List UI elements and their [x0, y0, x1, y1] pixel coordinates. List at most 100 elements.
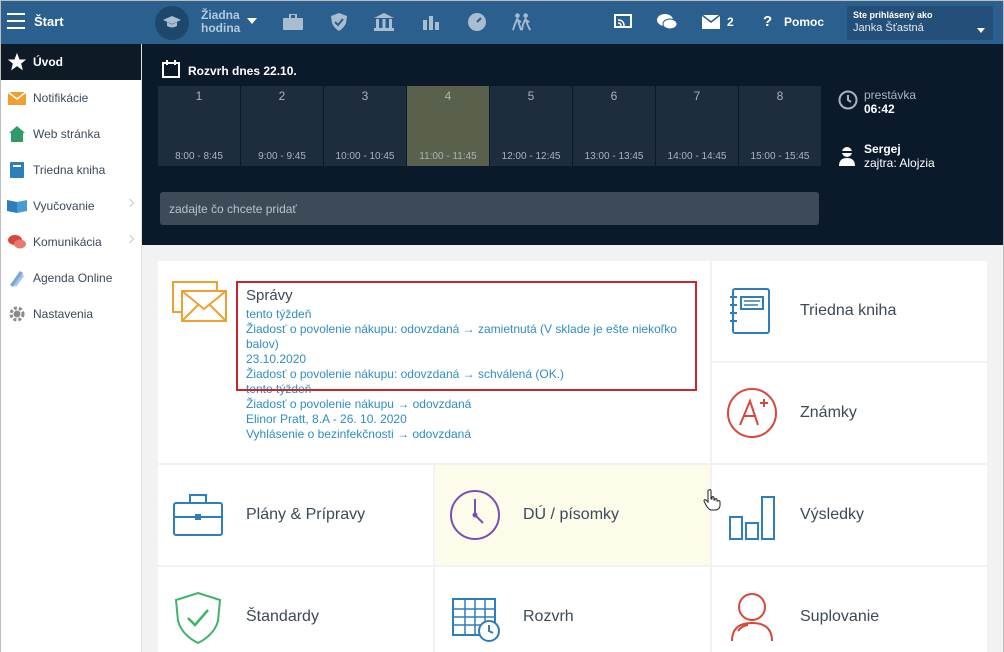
sidebar-item-nastavenia[interactable]: Nastavenia [1, 296, 141, 332]
period-number: 8 [776, 89, 784, 103]
period-time: 12:00 - 12:45 [501, 151, 561, 162]
messages-count-badge[interactable]: 2 [727, 15, 734, 29]
sidebar-item-label: Web stránka [33, 127, 101, 141]
gear-icon [7, 304, 27, 324]
period-7[interactable]: 7 14:00 - 14:45 [656, 86, 738, 166]
chevron-down-icon [977, 28, 985, 33]
sidebar-item-web-stranka[interactable]: Web stránka [1, 116, 141, 152]
cast-screen-icon[interactable] [613, 12, 633, 32]
message-item[interactable]: Žiadosť o povolenie nákupu: odovzdaná → … [246, 322, 696, 352]
dashboard-gauge-icon[interactable] [467, 12, 487, 32]
chevron-down-icon[interactable] [247, 18, 257, 24]
walking-kids-icon[interactable] [512, 12, 532, 32]
period-number: 4 [444, 89, 452, 103]
tile-triedna-kniha[interactable]: Triedna kniha [712, 261, 987, 361]
period-number: 3 [361, 89, 369, 103]
notebook-icon [728, 287, 772, 340]
tile-plany-pripravy[interactable]: Plány & Prípravy [158, 465, 433, 565]
shield-icon[interactable] [329, 12, 349, 32]
sidebar-item-label: Nastavenia [33, 307, 94, 321]
graduation-cap-icon[interactable] [155, 6, 189, 40]
message-item[interactable]: Žiadosť o povolenie nákupu: odovzdaná → … [246, 367, 696, 382]
brand-start[interactable]: Štart [34, 14, 64, 29]
message-item[interactable]: Žiadosť o povolenie nákupu → odovzdaná [246, 397, 696, 412]
period-time: 13:00 - 13:45 [584, 151, 644, 162]
current-lesson[interactable]: Žiadna hodina [201, 9, 240, 35]
tile-label: Triedna kniha [800, 302, 897, 319]
help-link[interactable]: Pomoc [784, 15, 824, 29]
period-8[interactable]: 8 15:00 - 15:45 [739, 86, 821, 166]
substitute-info: zajtra: Alojzia [864, 156, 935, 170]
period-time: 9:00 - 9:45 [258, 151, 306, 162]
envelope-icon[interactable] [701, 12, 721, 32]
message-item[interactable]: Vyhlásenie o bezinfekčnosti → odovzdaná [246, 427, 696, 442]
grade-a-plus-icon [726, 387, 778, 444]
envelope-icon [7, 88, 27, 108]
period-6[interactable]: 6 13:00 - 13:45 [573, 86, 655, 166]
star-icon [7, 52, 27, 72]
sidebar-item-label: Komunikácia [33, 235, 102, 249]
tile-suplovanie[interactable]: Suplovanie [712, 567, 987, 652]
open-book-icon [7, 196, 27, 216]
sidebar-item-triedna-kniha[interactable]: Triedna kniha [1, 152, 141, 188]
period-2[interactable]: 2 9:00 - 9:45 [241, 86, 323, 166]
period-4[interactable]: 4 11:00 - 11:45 [407, 86, 489, 166]
tile-rozvrh[interactable]: Rozvrh [435, 567, 710, 652]
period-time: 10:00 - 10:45 [335, 151, 395, 162]
book-icon [7, 160, 27, 180]
sidebar-item-uvod[interactable]: Úvod [1, 44, 141, 80]
break-label: prestávka [864, 88, 917, 102]
user-label: Ste prihlásený ako [853, 10, 933, 20]
sidebar-item-label: Úvod [33, 55, 63, 69]
briefcase-icon[interactable] [283, 12, 303, 32]
sidebar-item-notifikacie[interactable]: Notifikácie [1, 80, 141, 116]
chat-bubbles-icon [7, 232, 27, 252]
sidebar-item-agenda-online[interactable]: Agenda Online [1, 260, 141, 296]
timetable-clock-icon [451, 595, 501, 648]
schedule-title[interactable]: Rozvrh dnes 22.10. [162, 60, 297, 81]
user-account-dropdown[interactable]: Ste prihlásený ako Janka Šťastná [847, 6, 993, 40]
period-number: 7 [693, 89, 701, 103]
tile-standardy[interactable]: Štandardy [158, 567, 433, 652]
schedule-panel: Rozvrh dnes 22.10. 1 8:00 - 8:45 2 9:00 - … [142, 44, 1003, 245]
messages-tile[interactable]: Správy tento týždeň Žiadosť o povolenie … [158, 261, 710, 463]
period-1[interactable]: 1 8:00 - 8:45 [158, 86, 240, 166]
period-5[interactable]: 5 12:00 - 12:45 [490, 86, 572, 166]
tile-vysledky[interactable]: Výsledky [712, 465, 987, 565]
message-date-group: 23.10.2020 [246, 352, 307, 366]
message-date-group: tento týždeň [246, 382, 312, 396]
tile-label: DÚ / písomky [523, 506, 620, 523]
user-name: Janka Šťastná [853, 22, 924, 34]
bar-chart-icon[interactable] [421, 12, 441, 32]
sidebar-item-label: Triedna kniha [33, 163, 106, 177]
tile-label: Výsledky [800, 506, 865, 523]
tile-label: Rozvrh [523, 608, 574, 625]
sidebar-item-vyucovanie[interactable]: Vyučovanie [1, 188, 141, 224]
hamburger-menu-icon[interactable] [7, 13, 25, 29]
tile-label: Suplovanie [800, 608, 880, 625]
clock-icon [449, 489, 501, 546]
tile-label: Štandardy [246, 608, 319, 625]
chevron-right-icon [125, 234, 135, 244]
message-item[interactable]: Elinor Pratt, 8.A - 26. 10. 2020 [246, 412, 696, 427]
help-question-icon[interactable]: ? [763, 13, 772, 30]
school-building-icon[interactable] [374, 12, 394, 32]
period-number: 5 [527, 89, 535, 103]
sidebar-item-komunikacia[interactable]: Komunikácia [1, 224, 141, 260]
quick-add-input[interactable] [160, 192, 819, 225]
substitution-info[interactable]: Sergej zajtra: Alojzia [838, 142, 935, 170]
chat-bubbles-icon[interactable] [657, 12, 677, 32]
person-swap-icon [728, 591, 776, 648]
tile-du-pisomky[interactable]: DÚ / písomky [435, 465, 710, 565]
sidebar-item-label: Vyučovanie [33, 199, 95, 213]
period-time: 11:00 - 11:45 [419, 151, 477, 162]
messages-title: Správy [246, 287, 293, 304]
tile-znamky[interactable]: Známky [712, 363, 987, 463]
calendar-icon [162, 60, 180, 81]
top-bar: Štart Žiadna hodina 2 ? Pomoc Ste prihlá… [1, 1, 1003, 44]
period-3[interactable]: 3 10:00 - 10:45 [324, 86, 406, 166]
break-time: 06:42 [864, 102, 895, 116]
home-icon [7, 124, 27, 144]
shield-check-icon [174, 591, 222, 650]
period-number: 2 [278, 89, 286, 103]
